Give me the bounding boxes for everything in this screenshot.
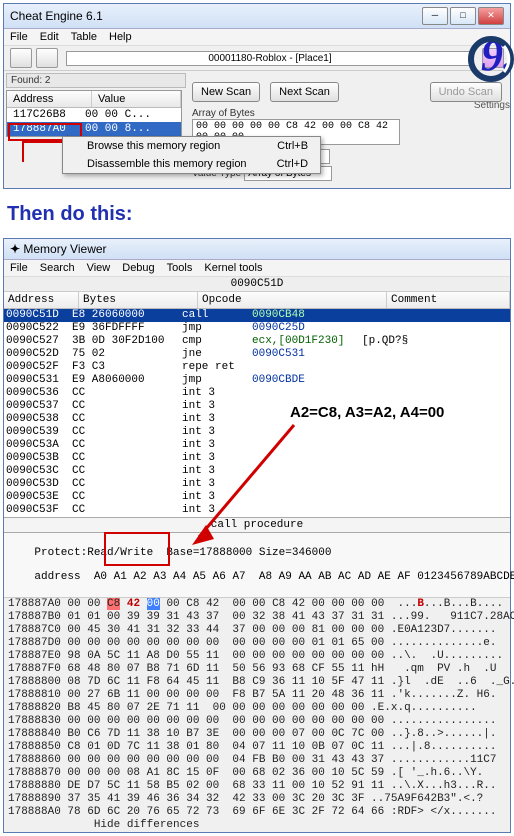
menu-table[interactable]: Table	[71, 31, 97, 43]
context-menu: Browse this memory regionCtrl+B Disassem…	[62, 136, 321, 174]
next-scan-button[interactable]: Next Scan	[270, 82, 339, 102]
menubar: File Edit Table Help	[4, 29, 510, 46]
menu-tools[interactable]: Tools	[167, 262, 193, 274]
menu-edit[interactable]: Edit	[40, 31, 59, 43]
result-row[interactable]: 117C26B800 00 C...	[7, 108, 181, 122]
save-icon[interactable]	[36, 48, 58, 68]
disassembly-row[interactable]: 0090C52D75 02jne0090C531	[4, 348, 510, 361]
process-box[interactable]: 00001180-Roblox - [Place1]	[66, 51, 474, 66]
col-value[interactable]: Value	[92, 91, 181, 107]
disassembly-row[interactable]: 0090C531E9 A8060000jmp0090CBDE	[4, 374, 510, 387]
found-count: Found: 2	[6, 73, 186, 88]
open-icon[interactable]	[10, 48, 32, 68]
ctx-browse-memory[interactable]: Browse this memory regionCtrl+B	[63, 137, 320, 155]
ctx-disassemble[interactable]: Disassemble this memory regionCtrl+D	[63, 155, 320, 173]
col-bytes[interactable]: Bytes	[79, 292, 198, 308]
new-scan-button[interactable]: New Scan	[192, 82, 260, 102]
ce-logo-icon	[466, 34, 514, 84]
arrow-icon	[184, 417, 304, 547]
hex-highlight-box	[104, 532, 170, 566]
aob-label: Array of Bytes	[192, 108, 502, 119]
menu-kernel[interactable]: Kernel tools	[204, 262, 262, 274]
disassembly-row[interactable]: 0090C51DE8 26060000call0090CB48	[4, 309, 510, 322]
menu-search[interactable]: Search	[40, 262, 75, 274]
instruction-heading: Then do this:	[3, 191, 511, 238]
disassembly-row[interactable]: 0090C5273B 0D 30F2D100cmpecx,[00D1F230][…	[4, 335, 510, 348]
menu-file[interactable]: File	[10, 31, 28, 43]
disassembly-row[interactable]: 0090C522E9 36FDFFFFjmp0090C25D	[4, 322, 510, 335]
current-address: 0090C51D	[4, 277, 510, 292]
maximize-button[interactable]: □	[450, 7, 476, 25]
undo-scan-button[interactable]: Undo Scan	[430, 82, 502, 102]
annotation-text: A2=C8, A3=A2, A4=00	[290, 404, 444, 421]
disassembly-row[interactable]: 0090C52FF3 C3repe ret	[4, 361, 510, 374]
col-address[interactable]: Address	[4, 292, 79, 308]
disassembly-row[interactable]: 0090C536CCint 3	[4, 387, 510, 400]
hex-dump[interactable]: 178887A0 00 00 C8 42 00 00 C8 42 00 00 C…	[4, 598, 510, 832]
menu-file[interactable]: File	[10, 262, 28, 274]
mv-menubar: File Search View Debug Tools Kernel tool…	[4, 260, 510, 277]
close-button[interactable]: ✕	[478, 7, 504, 25]
menu-view[interactable]: View	[87, 262, 111, 274]
col-opcode[interactable]: Opcode	[198, 292, 387, 308]
window-title: Cheat Engine 6.1	[10, 9, 103, 23]
col-comment[interactable]: Comment	[387, 292, 510, 308]
menu-debug[interactable]: Debug	[122, 262, 154, 274]
col-address[interactable]: Address	[7, 91, 92, 107]
minimize-button[interactable]: ─	[422, 7, 448, 25]
menu-help[interactable]: Help	[109, 31, 132, 43]
mv-title: Memory Viewer	[23, 242, 106, 256]
